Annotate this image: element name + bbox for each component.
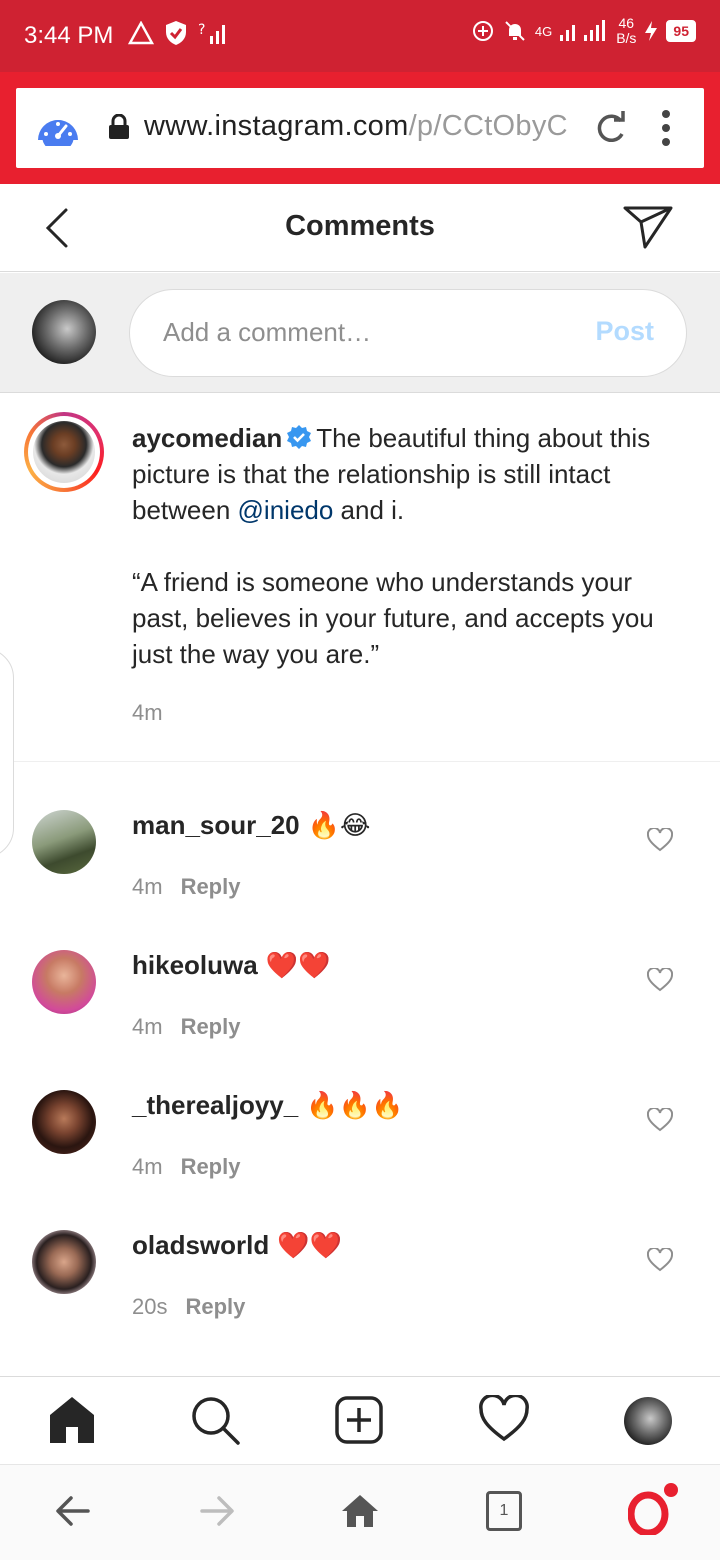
more-menu-icon[interactable] bbox=[658, 106, 674, 150]
comment-username[interactable]: oladsworld bbox=[132, 1230, 269, 1260]
wifi-signal-icon: ? bbox=[198, 22, 225, 44]
status-right-icons: 4G 46 B/s 95 bbox=[471, 16, 696, 46]
comment-line: oladsworld ❤️❤️ bbox=[132, 1230, 342, 1261]
home-icon[interactable] bbox=[48, 1395, 96, 1445]
browser-toolbar: www.instagram.com/p/CCtObyC bbox=[0, 72, 720, 184]
comment-text: ❤️❤️ bbox=[265, 951, 331, 981]
speed-dial-icon[interactable] bbox=[36, 110, 80, 146]
address-bar[interactable]: www.instagram.com/p/CCtObyC bbox=[16, 88, 704, 168]
comment-meta: 4m Reply bbox=[132, 874, 240, 900]
send-direct-icon[interactable] bbox=[622, 204, 674, 250]
reload-icon[interactable] bbox=[590, 108, 630, 148]
like-heart-icon[interactable] bbox=[647, 828, 673, 852]
comment-time: 20s bbox=[132, 1294, 168, 1319]
comment-item: oladsworld ❤️❤️ 20s Reply bbox=[0, 1230, 720, 1370]
comment-meta: 4m Reply bbox=[132, 1014, 240, 1040]
url-host: www.instagram.com bbox=[144, 110, 409, 142]
comment-meta: 4m Reply bbox=[132, 1154, 240, 1180]
network-speed-value: 46 bbox=[618, 15, 635, 31]
charging-icon bbox=[645, 21, 658, 41]
comments-header: Comments bbox=[0, 184, 720, 272]
battery-level: 95 bbox=[666, 20, 696, 42]
comment-text: 🔥🔥🔥 bbox=[306, 1091, 404, 1121]
reply-button[interactable]: Reply bbox=[181, 1014, 241, 1039]
caption-username[interactable]: aycomedian bbox=[132, 423, 282, 453]
comment-item: man_sour_20 🔥😂 4m Reply bbox=[0, 810, 720, 950]
comment-input[interactable]: Add a comment… Post bbox=[129, 289, 687, 377]
avatar bbox=[33, 421, 95, 483]
opera-menu-icon[interactable] bbox=[628, 1491, 670, 1535]
lock-icon bbox=[109, 114, 129, 139]
like-heart-icon[interactable] bbox=[647, 1108, 673, 1132]
reply-button[interactable]: Reply bbox=[185, 1294, 245, 1319]
browser-bottom-nav: 1 bbox=[0, 1464, 720, 1560]
caption-quote: “A friend is someone who understands you… bbox=[132, 567, 654, 669]
network-speed-unit: B/s bbox=[616, 30, 637, 46]
comment-username[interactable]: _therealjoyy_ bbox=[132, 1090, 298, 1120]
caption-block: aycomedian The beautiful thing about this… bbox=[0, 394, 720, 762]
comment-line: hikeoluwa ❤️❤️ bbox=[132, 950, 330, 981]
comment-time: 4m bbox=[132, 1154, 163, 1179]
status-bar: 3:44 PM ? 4G 46 B/s 95 bbox=[0, 0, 720, 72]
avatar[interactable] bbox=[32, 1090, 96, 1154]
comment-item: hikeoluwa ❤️❤️ 4m Reply bbox=[0, 950, 720, 1090]
data-saver-icon bbox=[472, 21, 493, 41]
caption-text: aycomedian The beautiful thing about this… bbox=[132, 420, 692, 672]
tab-count: 1 bbox=[499, 1502, 509, 1519]
add-comment-row: Add a comment… Post bbox=[0, 273, 720, 393]
url-path: /p/CCtObyC bbox=[408, 110, 568, 142]
comment-line: man_sour_20 🔥😂 bbox=[132, 810, 370, 841]
comment-line: _therealjoyy_ 🔥🔥🔥 bbox=[132, 1090, 403, 1121]
svg-text:?: ? bbox=[198, 22, 205, 38]
tabs-button[interactable]: 1 bbox=[486, 1491, 522, 1531]
network-speed: 46 B/s bbox=[616, 16, 636, 46]
comment-text: 🔥😂 bbox=[307, 811, 371, 841]
reply-button[interactable]: Reply bbox=[181, 1154, 241, 1179]
comment-username[interactable]: hikeoluwa bbox=[132, 950, 258, 980]
verified-badge-icon bbox=[287, 425, 312, 449]
network-type: 4G bbox=[534, 23, 553, 39]
like-heart-icon[interactable] bbox=[647, 968, 673, 992]
like-heart-icon[interactable] bbox=[647, 1248, 673, 1272]
back-arrow-icon[interactable] bbox=[54, 1493, 92, 1529]
caption-timestamp: 4m bbox=[132, 700, 163, 725]
comment-meta: 20s Reply bbox=[132, 1294, 245, 1320]
activity-heart-icon[interactable] bbox=[478, 1395, 530, 1443]
new-post-icon[interactable] bbox=[334, 1395, 384, 1445]
shield-icon bbox=[166, 21, 186, 45]
comment-item: _therealjoyy_ 🔥🔥🔥 4m Reply bbox=[0, 1090, 720, 1230]
current-user-avatar bbox=[32, 300, 96, 364]
home-icon[interactable] bbox=[341, 1493, 379, 1529]
comment-time: 4m bbox=[132, 874, 163, 899]
search-icon[interactable] bbox=[190, 1395, 242, 1447]
comment-time: 4m bbox=[132, 1014, 163, 1039]
caption-body-end: and i. bbox=[333, 495, 405, 525]
cell-signal-icon bbox=[560, 20, 606, 41]
avatar[interactable] bbox=[32, 950, 96, 1014]
avatar[interactable] bbox=[32, 810, 96, 874]
mute-bell-icon bbox=[505, 21, 525, 41]
comment-placeholder: Add a comment… bbox=[163, 317, 372, 347]
profile-avatar[interactable] bbox=[624, 1397, 672, 1445]
status-left-icons: ? bbox=[128, 20, 228, 46]
forward-arrow-icon[interactable] bbox=[198, 1493, 236, 1529]
mention-link[interactable]: @iniedo bbox=[238, 495, 334, 525]
status-time: 3:44 PM bbox=[24, 22, 114, 49]
notification-dot bbox=[664, 1483, 678, 1497]
post-button[interactable]: Post bbox=[595, 316, 654, 347]
reply-button[interactable]: Reply bbox=[181, 874, 241, 899]
story-ring-avatar[interactable] bbox=[24, 412, 104, 492]
instagram-bottom-nav bbox=[0, 1376, 720, 1464]
avatar[interactable] bbox=[32, 1230, 96, 1294]
url-text[interactable]: www.instagram.com/p/CCtObyC bbox=[144, 110, 584, 143]
comment-text: ❤️❤️ bbox=[277, 1231, 342, 1261]
comment-username[interactable]: man_sour_20 bbox=[132, 810, 300, 840]
warning-icon bbox=[128, 21, 154, 45]
page-title: Comments bbox=[285, 210, 435, 242]
